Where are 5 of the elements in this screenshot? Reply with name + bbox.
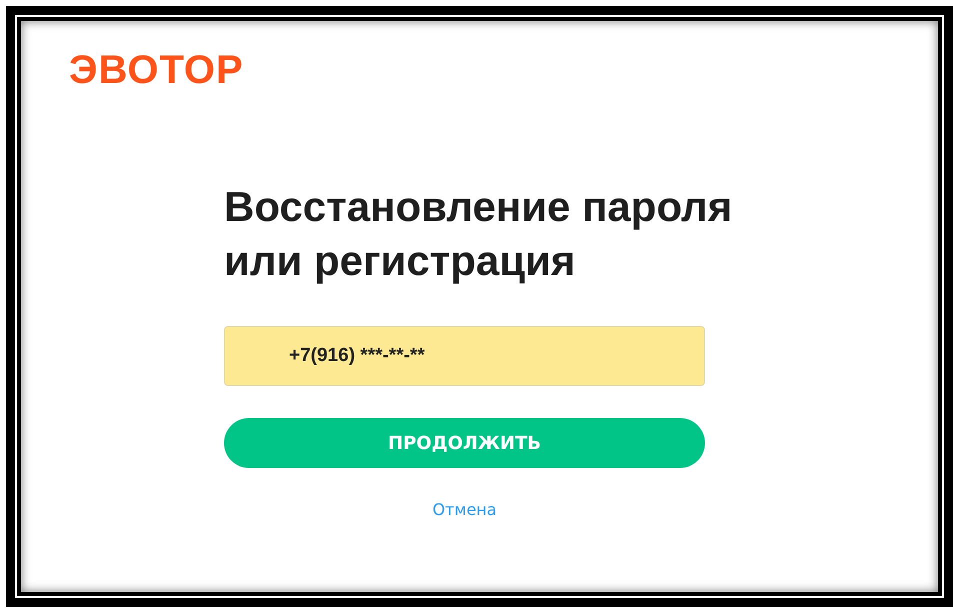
cancel-link[interactable]: Отмена: [432, 498, 497, 522]
continue-button[interactable]: ПРОДОЛЖИТЬ: [224, 418, 705, 468]
logo: ЭВОТОР: [69, 48, 244, 92]
page-heading: Восстановление пароля или регистрация: [224, 182, 734, 286]
phone-input-field[interactable]: +7(916) ***-**-**: [224, 326, 705, 386]
